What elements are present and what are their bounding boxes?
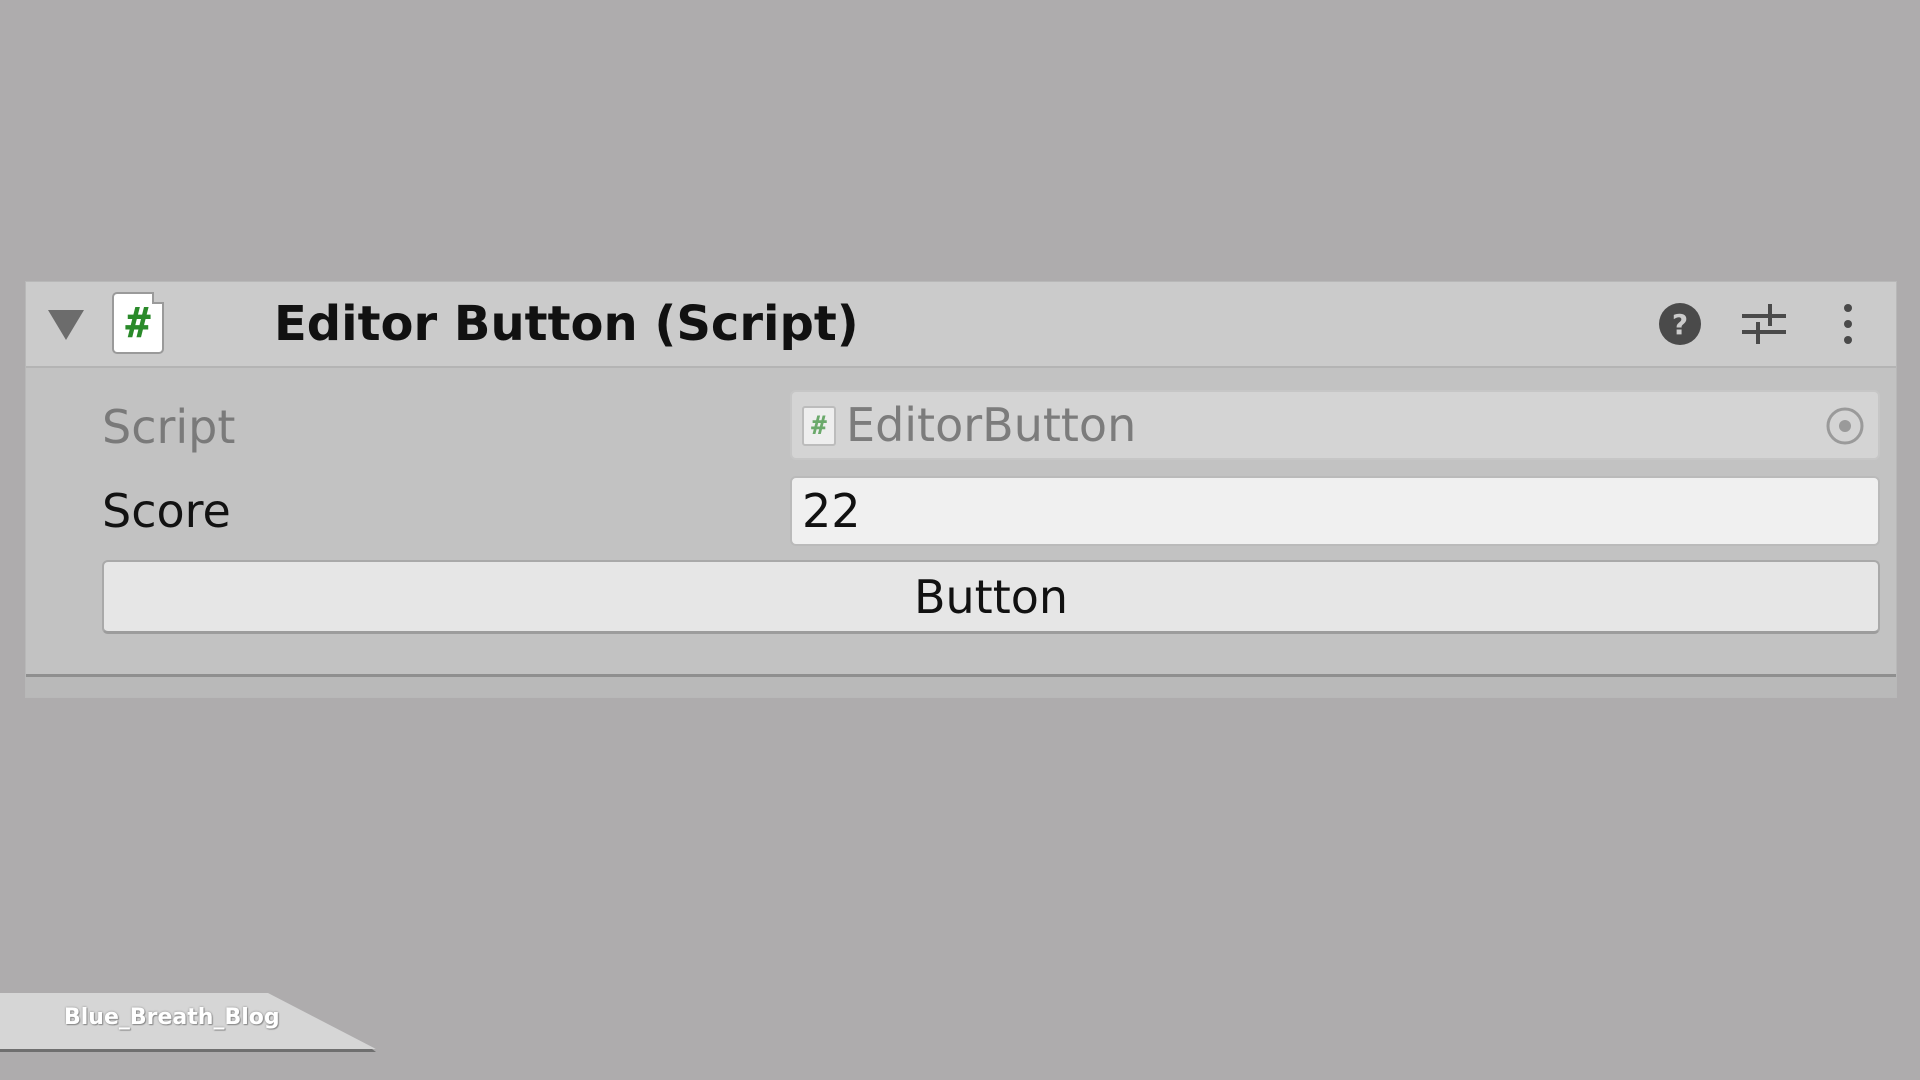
- watermark-text: Blue_Breath_Blog: [64, 1005, 280, 1030]
- script-label: Script: [102, 400, 236, 454]
- help-icon[interactable]: ?: [1656, 300, 1704, 348]
- script-object-field: # EditorButton: [790, 390, 1880, 460]
- csharp-script-mini-icon: #: [802, 406, 836, 446]
- score-input[interactable]: [790, 476, 1880, 546]
- foldout-arrow-icon[interactable]: [48, 310, 84, 340]
- csharp-script-icon: #: [112, 292, 164, 354]
- object-picker-icon[interactable]: [1824, 405, 1866, 447]
- component-title: Editor Button (Script): [274, 296, 859, 352]
- svg-text:?: ?: [1672, 308, 1688, 341]
- context-menu-icon[interactable]: [1824, 300, 1872, 348]
- script-icon-glyph: #: [125, 298, 151, 347]
- script-field-value: EditorButton: [846, 398, 1137, 452]
- presets-icon[interactable]: [1740, 300, 1788, 348]
- mini-icon-glyph: #: [811, 411, 827, 441]
- inspector-canvas: # Editor Button (Script) ? Script # Edit…: [0, 0, 1920, 1080]
- component-panel: # Editor Button (Script) ? Script # Edit…: [26, 282, 1896, 697]
- editor-button[interactable]: Button: [102, 560, 1880, 634]
- score-label: Score: [102, 484, 231, 538]
- component-footer-shade: [26, 677, 1896, 697]
- component-header[interactable]: # Editor Button (Script) ?: [26, 282, 1896, 368]
